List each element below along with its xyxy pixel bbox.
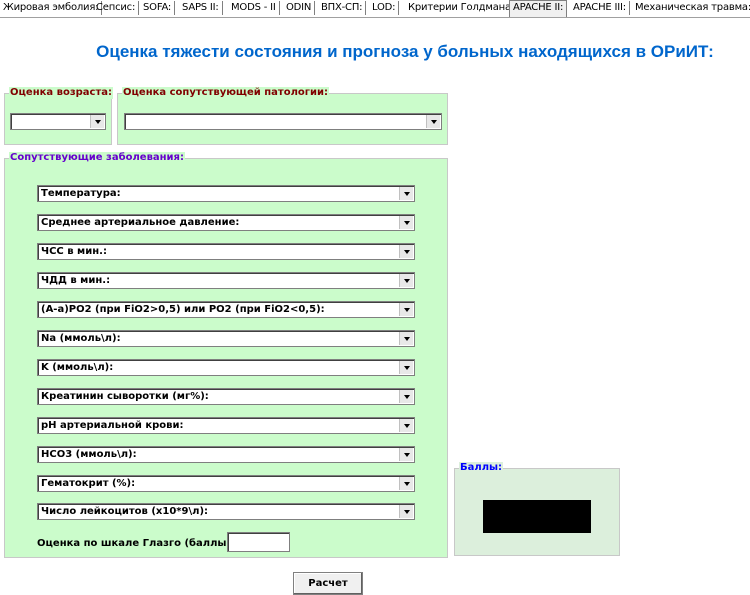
sodium-select[interactable]: Na (ммоль\л):	[37, 330, 415, 347]
arterial-ph-label: pH артериальной крови:	[41, 420, 184, 431]
pathology-select[interactable]	[124, 113, 442, 130]
mean-arterial-pressure-select[interactable]: Среднее артериальное давление:	[37, 214, 415, 231]
chevron-down-icon[interactable]	[399, 274, 413, 287]
sodium-label: Na (ммоль\л):	[41, 333, 121, 344]
po2-select[interactable]: (A-a)PO2 (при FiO2>0,5) или PO2 (при FiO…	[37, 301, 415, 318]
heart-rate-label: ЧСС в мин.:	[41, 246, 107, 257]
chevron-down-icon[interactable]	[90, 115, 104, 128]
tab-sepsis[interactable]: Сепсис:	[93, 1, 140, 15]
chevron-down-icon[interactable]	[399, 187, 413, 200]
page-title: Оценка тяжести состояния и прогноза у бо…	[96, 42, 714, 61]
hematocrit-select[interactable]: Гематокрит (%):	[37, 475, 415, 492]
age-group-legend: Оценка возраста:	[9, 87, 114, 99]
tab-lod[interactable]: LOD:	[369, 1, 400, 15]
po2-label: (A-a)PO2 (при FiO2>0,5) или PO2 (при FiO…	[41, 304, 325, 315]
glasgow-input[interactable]	[227, 532, 290, 552]
chevron-down-icon[interactable]	[399, 448, 413, 461]
hco3-label: HCO3 (ммоль\л):	[41, 449, 137, 460]
tab-vph-sp[interactable]: ВПХ-СП:	[318, 1, 367, 15]
hco3-select[interactable]: HCO3 (ммоль\л):	[37, 446, 415, 463]
chevron-down-icon[interactable]	[399, 216, 413, 229]
mean-arterial-pressure-label: Среднее артериальное давление:	[41, 217, 240, 228]
creatinine-label: Креатинин сыворотки (мг%):	[41, 391, 209, 402]
chevron-down-icon[interactable]	[399, 245, 413, 258]
tab-apache-iii[interactable]: APACHE III:	[570, 1, 630, 15]
tab-mods-ii[interactable]: MODS - II	[228, 1, 280, 15]
chevron-down-icon[interactable]	[399, 390, 413, 403]
tab-apache-ii[interactable]: APACHE II:	[509, 0, 568, 17]
age-select[interactable]	[10, 113, 106, 130]
respiratory-rate-label: ЧДД в мин.:	[41, 275, 111, 286]
score-group: Баллы:	[454, 462, 620, 556]
tab-bar: Жировая эмболия: Сепсис: SOFA: SAPS II: …	[0, 0, 750, 18]
tab-goldman[interactable]: Критерии Голдмана:	[405, 1, 519, 15]
heart-rate-select[interactable]: ЧСС в мин.:	[37, 243, 415, 260]
pathology-group: Оценка сопутствующей патологии:	[117, 87, 448, 145]
creatinine-select[interactable]: Креатинин сыворотки (мг%):	[37, 388, 415, 405]
chevron-down-icon[interactable]	[399, 477, 413, 490]
respiratory-rate-select[interactable]: ЧДД в мин.:	[37, 272, 415, 289]
tab-saps-ii[interactable]: SAPS II:	[179, 1, 223, 15]
diseases-group-legend: Сопутствующие заболевания:	[9, 152, 185, 164]
age-group: Оценка возраста:	[4, 87, 114, 145]
calculate-button[interactable]: Расчет	[293, 572, 363, 595]
leukocytes-select[interactable]: Число лейкоцитов (x10*9\л):	[37, 503, 415, 520]
tab-odin[interactable]: ODIN	[283, 1, 316, 15]
chevron-down-icon[interactable]	[399, 361, 413, 374]
score-display	[483, 500, 591, 533]
diseases-group: Сопутствующие заболевания: Температура: …	[4, 152, 448, 558]
potassium-select[interactable]: K (ммоль\л):	[37, 359, 415, 376]
chevron-down-icon[interactable]	[399, 505, 413, 518]
arterial-ph-select[interactable]: pH артериальной крови:	[37, 417, 415, 434]
temperature-select-label: Температура:	[41, 188, 121, 199]
chevron-down-icon[interactable]	[426, 115, 440, 128]
tab-sofa[interactable]: SOFA:	[140, 1, 176, 15]
pathology-group-legend: Оценка сопутствующей патологии:	[122, 87, 330, 99]
tab-mechanical-trauma[interactable]: Механическая травма:	[632, 1, 750, 15]
score-group-legend: Баллы:	[459, 462, 504, 474]
potassium-label: K (ммоль\л):	[41, 362, 114, 373]
leukocytes-label: Число лейкоцитов (x10*9\л):	[41, 506, 209, 517]
chevron-down-icon[interactable]	[399, 303, 413, 316]
chevron-down-icon[interactable]	[399, 419, 413, 432]
chevron-down-icon[interactable]	[399, 332, 413, 345]
hematocrit-label: Гематокрит (%):	[41, 478, 136, 489]
temperature-select[interactable]: Температура:	[37, 185, 415, 202]
glasgow-label: Оценка по шкале Глазго (баллы):	[37, 538, 236, 549]
tab-fat-embolism[interactable]: Жировая эмболия:	[0, 1, 103, 15]
